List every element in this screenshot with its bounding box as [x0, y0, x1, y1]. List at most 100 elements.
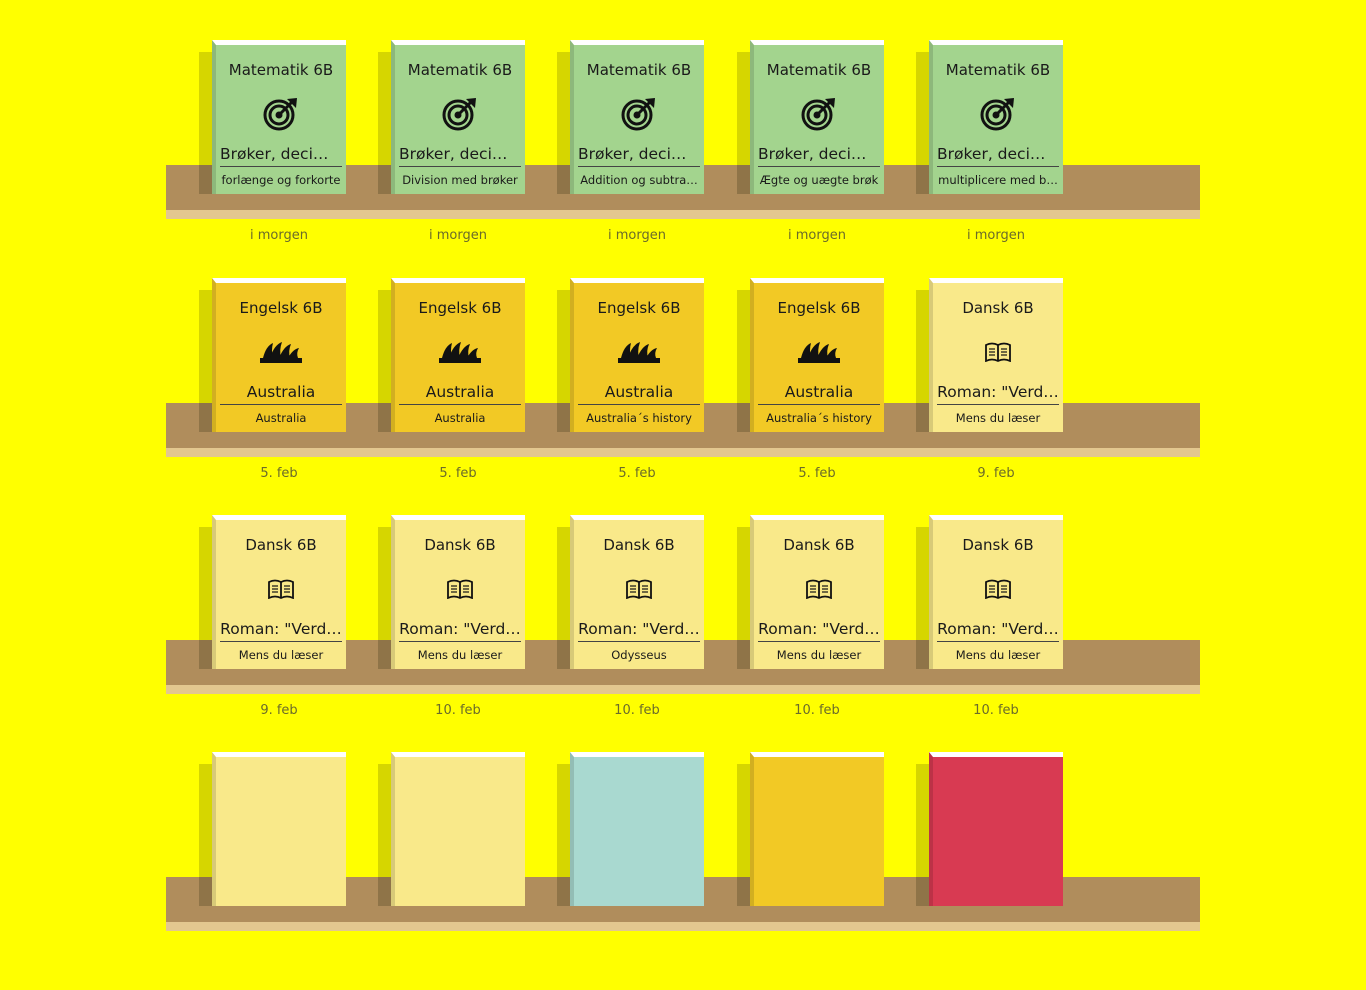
book-cover[interactable]: Engelsk 6B Australia Australia´s history	[570, 278, 704, 432]
due-date: 10. feb	[973, 703, 1019, 718]
book-subject: Dansk 6B	[962, 299, 1034, 317]
book-lesson: Australia	[434, 411, 486, 425]
book-topic: Roman: "Verd…	[758, 620, 880, 642]
book-shadow	[378, 403, 392, 432]
book-topic: Brøker, decim…	[758, 145, 880, 167]
book-cover[interactable]: Engelsk 6B Australia Australia	[391, 278, 525, 432]
book-shadow	[557, 877, 571, 906]
book-topic: Australia	[399, 383, 521, 405]
book-subject: Dansk 6B	[962, 536, 1034, 554]
book-cover[interactable]: Engelsk 6B Australia Australia´s history	[750, 278, 884, 432]
book-shadow	[199, 403, 213, 432]
blank-icon	[216, 809, 346, 843]
book-topic: Australia	[578, 383, 700, 405]
due-date: 5. feb	[798, 466, 836, 481]
book-cover[interactable]: Dansk 6B Roman: "Verd… Mens du læser	[750, 515, 884, 669]
book-cover[interactable]: Matematik 6B Brøker, decim… Addition og su…	[570, 40, 704, 194]
assignment-book[interactable]: Matematik 6B Brøker, decim… Division med b…	[378, 40, 525, 194]
book-shadow	[378, 877, 392, 906]
assignment-book[interactable]: Matematik 6B Brøker, decim… Ægte og uægte …	[737, 40, 884, 194]
opera-house-icon	[395, 335, 525, 369]
book-cover[interactable]: Dansk 6B Roman: "Verd… Mens du læser	[929, 278, 1063, 432]
assignment-book[interactable]: Matematik 6B Brøker, decim… Addition og su…	[557, 40, 704, 194]
math-target-icon	[574, 97, 704, 131]
book-subject: Engelsk 6B	[239, 299, 323, 317]
book-cover[interactable]: Dansk 6B Roman: "Verd… Odysseus	[570, 515, 704, 669]
book-subject: Engelsk 6B	[597, 299, 681, 317]
book-shadow	[378, 640, 392, 669]
math-target-icon	[216, 97, 346, 131]
due-date: 5. feb	[260, 466, 298, 481]
book-shadow	[916, 165, 930, 194]
book-cover[interactable]: Engelsk 6B Australia Australia	[212, 278, 346, 432]
book-shadow	[916, 403, 930, 432]
assignment-book[interactable]	[557, 752, 704, 906]
assignment-book[interactable]: Dansk 6B Roman: "Verd… Mens du læser	[737, 515, 884, 669]
assignment-book[interactable]	[737, 752, 884, 906]
assignment-book[interactable]	[378, 752, 525, 906]
due-date: 10. feb	[435, 703, 481, 718]
assignment-book[interactable]: Engelsk 6B Australia Australia	[199, 278, 346, 432]
book-cover[interactable]: Matematik 6B Brøker, decim… Division med b…	[391, 40, 525, 194]
book-shadow	[737, 877, 751, 906]
due-date: 10. feb	[794, 703, 840, 718]
book-cover[interactable]	[929, 752, 1063, 906]
book-lesson: Division med brøker	[402, 173, 518, 187]
due-date: i morgen	[250, 228, 308, 243]
opera-house-icon	[754, 335, 884, 369]
book-topic: Australia	[220, 383, 342, 405]
book-subject: Dansk 6B	[603, 536, 675, 554]
book-topic: Australia	[758, 383, 880, 405]
book-cover[interactable]: Dansk 6B Roman: "Verd… Mens du læser	[929, 515, 1063, 669]
assignment-book[interactable]: Dansk 6B Roman: "Verd… Odysseus	[557, 515, 704, 669]
book-subject: Matematik 6B	[228, 61, 334, 79]
assignment-book[interactable]: Dansk 6B Roman: "Verd… Mens du læser	[916, 278, 1063, 432]
book-subject: Dansk 6B	[424, 536, 496, 554]
book-shadow	[737, 165, 751, 194]
shelf-row: Engelsk 6B Australia Australia Engelsk 6B A…	[0, 278, 1366, 516]
book-subject: Matematik 6B	[407, 61, 513, 79]
open-book-icon	[933, 572, 1063, 606]
book-cover[interactable]: Dansk 6B Roman: "Verd… Mens du læser	[212, 515, 346, 669]
shelf-row	[0, 752, 1366, 990]
open-book-icon	[216, 572, 346, 606]
book-cover[interactable]: Matematik 6B Brøker, decim… Ægte og uægte …	[750, 40, 884, 194]
assignment-book[interactable]: Engelsk 6B Australia Australia	[378, 278, 525, 432]
book-topic: Roman: "Verd…	[399, 620, 521, 642]
book-cover[interactable]	[391, 752, 525, 906]
book-cover[interactable]	[570, 752, 704, 906]
book-cover[interactable]	[750, 752, 884, 906]
book-shadow	[557, 640, 571, 669]
book-subject: Dansk 6B	[783, 536, 855, 554]
open-book-icon	[574, 572, 704, 606]
assignment-book[interactable]: Dansk 6B Roman: "Verd… Mens du læser	[199, 515, 346, 669]
assignment-book[interactable]	[199, 752, 346, 906]
book-cover[interactable]: Matematik 6B Brøker, decim… multiplicere m…	[929, 40, 1063, 194]
book-topic: Brøker, decim…	[937, 145, 1059, 167]
assignment-book[interactable]: Engelsk 6B Australia Australia´s history	[557, 278, 704, 432]
book-subject: Engelsk 6B	[777, 299, 861, 317]
math-target-icon	[395, 97, 525, 131]
book-cover[interactable]	[212, 752, 346, 906]
book-shadow	[199, 165, 213, 194]
due-date: i morgen	[788, 228, 846, 243]
book-topic: Roman: "Verd…	[937, 383, 1059, 405]
assignment-book[interactable]: Matematik 6B Brøker, decim… multiplicere m…	[916, 40, 1063, 194]
assignment-book[interactable]	[916, 752, 1063, 906]
book-lesson: forlænge og forkorte	[221, 173, 341, 187]
book-shadow	[737, 403, 751, 432]
open-book-icon	[933, 335, 1063, 369]
assignment-book[interactable]: Engelsk 6B Australia Australia´s history	[737, 278, 884, 432]
assignment-book[interactable]: Matematik 6B Brøker, decim… forlænge og fo…	[199, 40, 346, 194]
assignment-book[interactable]: Dansk 6B Roman: "Verd… Mens du læser	[916, 515, 1063, 669]
opera-house-icon	[574, 335, 704, 369]
book-cover[interactable]: Dansk 6B Roman: "Verd… Mens du læser	[391, 515, 525, 669]
book-cover[interactable]: Matematik 6B Brøker, decim… forlænge og fo…	[212, 40, 346, 194]
book-topic	[220, 857, 342, 860]
book-topic	[937, 857, 1059, 860]
book-lesson: Addition og subtra…	[580, 173, 698, 187]
math-target-icon	[754, 97, 884, 131]
assignment-book[interactable]: Dansk 6B Roman: "Verd… Mens du læser	[378, 515, 525, 669]
due-date: 9. feb	[260, 703, 298, 718]
book-shadow	[557, 403, 571, 432]
